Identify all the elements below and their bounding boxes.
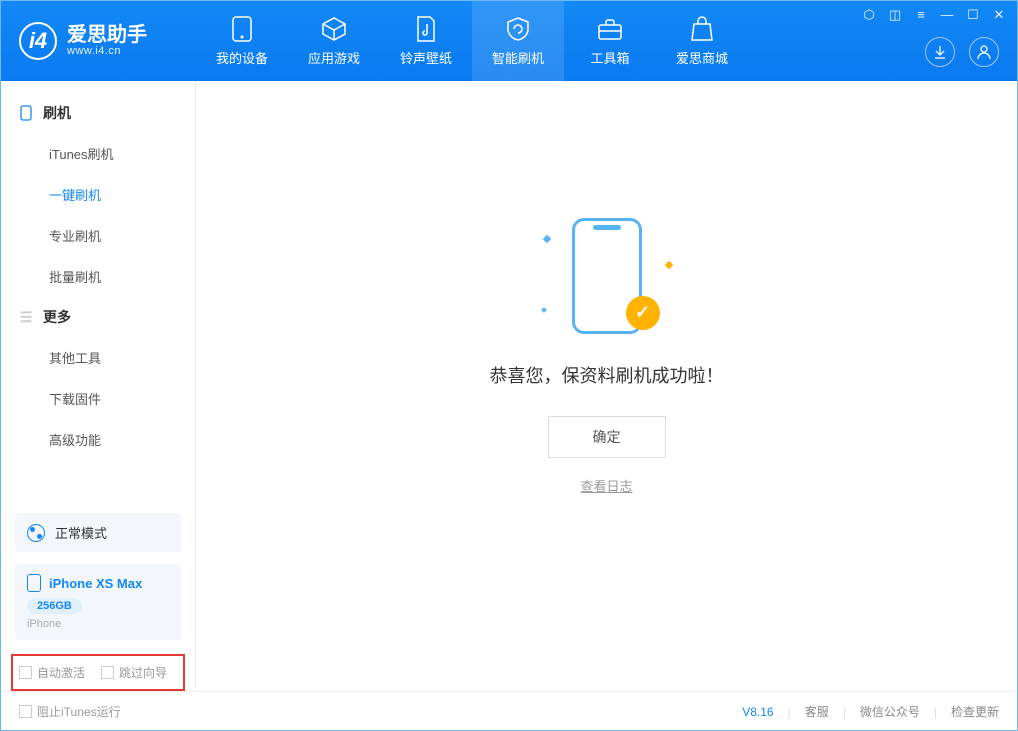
cube-icon bbox=[321, 16, 347, 42]
tab-smart-flash[interactable]: 智能刷机 bbox=[472, 1, 564, 81]
device-icon bbox=[229, 16, 255, 42]
mode-icon bbox=[27, 524, 45, 542]
app-header: i4 爱思助手 www.i4.cn 我的设备 应用游戏 铃声壁纸 智能刷机 工具… bbox=[1, 1, 1017, 81]
checkbox-icon bbox=[19, 666, 32, 679]
tab-toolbox[interactable]: 工具箱 bbox=[564, 1, 656, 81]
main-tabs: 我的设备 应用游戏 铃声壁纸 智能刷机 工具箱 爱思商城 bbox=[196, 1, 748, 81]
list-icon: ☰ bbox=[19, 310, 33, 324]
sidebar-item-pro-flash[interactable]: 专业刷机 bbox=[1, 215, 195, 256]
sidebar-item-download-firmware[interactable]: 下载固件 bbox=[1, 378, 195, 419]
sidebar: 刷机 iTunes刷机 一键刷机 专业刷机 批量刷机 ☰ 更多 其他工具 下载固… bbox=[1, 81, 196, 691]
ok-button[interactable]: 确定 bbox=[548, 416, 666, 458]
sidebar-item-advanced[interactable]: 高级功能 bbox=[1, 419, 195, 460]
sidebar-item-other-tools[interactable]: 其他工具 bbox=[1, 337, 195, 378]
success-message: 恭喜您，保资料刷机成功啦！ bbox=[490, 362, 724, 388]
mode-indicator[interactable]: 正常模式 bbox=[15, 513, 181, 552]
menu-icon[interactable]: ≡ bbox=[913, 7, 929, 23]
success-illustration: ✓ bbox=[542, 218, 672, 338]
mode-label: 正常模式 bbox=[55, 523, 107, 542]
check-badge-icon: ✓ bbox=[626, 296, 660, 330]
shirt-icon[interactable]: ⬡ bbox=[861, 7, 877, 23]
sidebar-item-oneclick-flash[interactable]: 一键刷机 bbox=[1, 174, 195, 215]
footer-right: V8.16 | 客服 | 微信公众号 | 检查更新 bbox=[742, 703, 999, 720]
app-logo-icon: i4 bbox=[19, 22, 57, 60]
header-actions bbox=[925, 37, 999, 67]
tab-apps-games[interactable]: 应用游戏 bbox=[288, 1, 380, 81]
body-area: 刷机 iTunes刷机 一键刷机 专业刷机 批量刷机 ☰ 更多 其他工具 下载固… bbox=[1, 81, 1017, 691]
skip-guide-checkbox[interactable]: 跳过向导 bbox=[101, 664, 167, 681]
footer: 阻止iTunes运行 V8.16 | 客服 | 微信公众号 | 检查更新 bbox=[1, 691, 1017, 731]
toolbox-icon bbox=[597, 16, 623, 42]
tab-store[interactable]: 爱思商城 bbox=[656, 1, 748, 81]
footer-link-update[interactable]: 检查更新 bbox=[951, 703, 999, 720]
maximize-button[interactable]: ☐ bbox=[965, 7, 981, 23]
lock-icon[interactable]: ◫ bbox=[887, 7, 903, 23]
sidebar-group-flash: 刷机 bbox=[1, 93, 195, 133]
device-card[interactable]: iPhone XS Max 256GB iPhone bbox=[15, 564, 181, 640]
bag-icon bbox=[689, 16, 715, 42]
phone-icon bbox=[19, 106, 33, 120]
storage-badge: 256GB bbox=[27, 598, 82, 614]
window-controls: ⬡ ◫ ≡ — ☐ ✕ bbox=[861, 7, 1007, 23]
version-label: V8.16 bbox=[742, 705, 773, 719]
tab-ringtone-wallpaper[interactable]: 铃声壁纸 bbox=[380, 1, 472, 81]
music-file-icon bbox=[413, 16, 439, 42]
main-content: ✓ 恭喜您，保资料刷机成功啦！ 确定 查看日志 bbox=[196, 81, 1017, 691]
block-itunes-checkbox[interactable]: 阻止iTunes运行 bbox=[19, 703, 121, 720]
sidebar-group-more: ☰ 更多 bbox=[1, 297, 195, 337]
sidebar-item-itunes-flash[interactable]: iTunes刷机 bbox=[1, 133, 195, 174]
footer-link-support[interactable]: 客服 bbox=[805, 703, 829, 720]
close-button[interactable]: ✕ bbox=[991, 7, 1007, 23]
sidebar-item-batch-flash[interactable]: 批量刷机 bbox=[1, 256, 195, 297]
footer-link-wechat[interactable]: 微信公众号 bbox=[860, 703, 920, 720]
app-url: www.i4.cn bbox=[67, 45, 147, 57]
device-name: iPhone XS Max bbox=[49, 576, 142, 591]
download-button[interactable] bbox=[925, 37, 955, 67]
view-log-link[interactable]: 查看日志 bbox=[580, 476, 632, 495]
auto-activate-checkbox[interactable]: 自动激活 bbox=[19, 664, 85, 681]
refresh-shield-icon bbox=[505, 16, 531, 42]
device-type: iPhone bbox=[27, 618, 169, 630]
tab-my-device[interactable]: 我的设备 bbox=[196, 1, 288, 81]
device-icon bbox=[27, 574, 41, 592]
minimize-button[interactable]: — bbox=[939, 7, 955, 23]
logo-area: i4 爱思助手 www.i4.cn bbox=[1, 22, 196, 60]
app-name: 爱思助手 bbox=[67, 25, 147, 45]
checkbox-icon bbox=[101, 666, 114, 679]
highlighted-options: 自动激活 跳过向导 bbox=[11, 654, 185, 691]
checkbox-icon bbox=[19, 705, 32, 718]
user-button[interactable] bbox=[969, 37, 999, 67]
